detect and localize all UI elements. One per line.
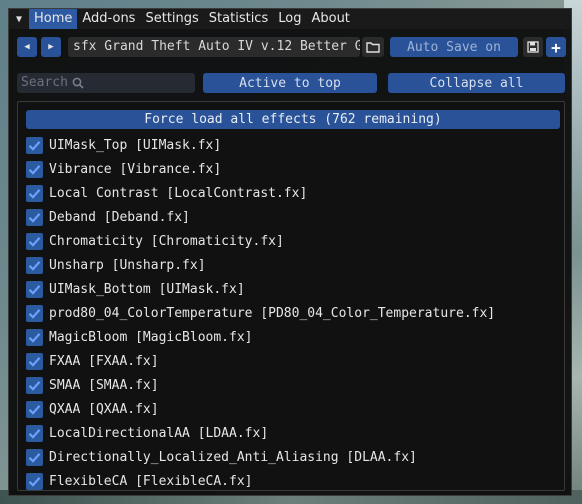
reshade-window: ▼ Home Add-ons Settings Statistics Log A… (8, 8, 572, 496)
tab-about[interactable]: About (306, 9, 354, 29)
effect-checkbox[interactable] (26, 208, 43, 226)
preset-selector[interactable]: sfx Grand Theft Auto IV v.12 Better GI (68, 37, 360, 57)
previous-preset-button[interactable]: ◀ (17, 37, 37, 57)
effect-label: QXAA [QXAA.fx] (49, 401, 159, 417)
effect-label: FlexibleCA [FlexibleCA.fx] (49, 473, 253, 489)
effect-item[interactable]: SMAA [SMAA.fx] (26, 375, 159, 395)
effect-checkbox[interactable] (26, 376, 43, 394)
tab-add-ons[interactable]: Add-ons (77, 9, 140, 29)
effect-item[interactable]: LocalDirectionalAA [LDAA.fx] (26, 423, 268, 443)
effect-checkbox[interactable] (26, 424, 43, 442)
preset-row: ◀ ▶ sfx Grand Theft Auto IV v.12 Better … (17, 37, 566, 57)
effect-checkbox[interactable] (26, 352, 43, 370)
force-load-button[interactable]: Force load all effects (762 remaining) (26, 110, 560, 129)
search-placeholder: Search (21, 75, 68, 90)
effect-item[interactable]: FlexibleCA [FlexibleCA.fx] (26, 471, 253, 491)
effect-checkbox[interactable] (26, 280, 43, 298)
effect-item[interactable]: prod80_04_ColorTemperature [PD80_04_Colo… (26, 303, 495, 323)
checkmark-icon (28, 308, 41, 319)
effect-item[interactable]: Deband [Deband.fx] (26, 207, 190, 227)
effect-item[interactable]: Unsharp [Unsharp.fx] (26, 255, 206, 275)
checkmark-icon (28, 452, 41, 463)
effect-item[interactable]: Vibrance [Vibrance.fx] (26, 159, 221, 179)
save-icon (527, 41, 539, 53)
effect-label: Deband [Deband.fx] (49, 209, 190, 225)
checkmark-icon (28, 260, 41, 271)
effect-checkbox[interactable] (26, 448, 43, 466)
effect-checkbox[interactable] (26, 472, 43, 490)
effect-item[interactable]: UIMask_Top [UIMask.fx] (26, 135, 221, 155)
magnifier-icon (72, 77, 84, 89)
folder-icon (366, 42, 380, 53)
tab-settings[interactable]: Settings (140, 9, 203, 29)
save-preset-button[interactable] (523, 37, 543, 57)
effect-label: Vibrance [Vibrance.fx] (49, 161, 222, 177)
arrow-right-icon: ▶ (48, 42, 54, 52)
tab-statistics[interactable]: Statistics (204, 9, 273, 29)
effect-label: UIMask_Bottom [UIMask.fx] (49, 281, 245, 297)
effect-checkbox[interactable] (26, 136, 43, 154)
menu-bar: ▼ Home Add-ons Settings Statistics Log A… (9, 9, 571, 29)
next-preset-button[interactable]: ▶ (41, 37, 61, 57)
effect-checkbox[interactable] (26, 160, 43, 178)
add-preset-button[interactable]: + (546, 37, 566, 57)
effect-item[interactable]: Local Contrast [LocalContrast.fx] (26, 183, 307, 203)
effect-checkbox[interactable] (26, 400, 43, 418)
effect-label: prod80_04_ColorTemperature [PD80_04_Colo… (49, 305, 496, 321)
effect-item[interactable]: FXAA [FXAA.fx] (26, 351, 159, 371)
checkmark-icon (28, 476, 41, 487)
effect-label: Directionally_Localized_Anti_Aliasing [D… (49, 449, 417, 465)
tab-log[interactable]: Log (273, 9, 306, 29)
checkmark-icon (28, 332, 41, 343)
auto-save-toggle[interactable]: Auto Save on (390, 37, 518, 57)
collapse-all-button[interactable]: Collapse all (388, 73, 565, 93)
effect-item[interactable]: Chromaticity [Chromaticity.fx] (26, 231, 284, 251)
effect-checkbox[interactable] (26, 184, 43, 202)
checkmark-icon (28, 428, 41, 439)
checkmark-icon (28, 380, 41, 391)
effect-label: FXAA [FXAA.fx] (49, 353, 159, 369)
checkmark-icon (28, 236, 41, 247)
checkmark-icon (28, 212, 41, 223)
checkmark-icon (28, 140, 41, 151)
checkmark-icon (28, 164, 41, 175)
effect-item[interactable]: UIMask_Bottom [UIMask.fx] (26, 279, 245, 299)
checkmark-icon (28, 284, 41, 295)
effect-checkbox[interactable] (26, 232, 43, 250)
open-folder-button[interactable] (362, 37, 384, 57)
collapse-window-icon[interactable]: ▼ (9, 9, 29, 29)
effect-item[interactable]: MagicBloom [MagicBloom.fx] (26, 327, 253, 347)
effect-label: MagicBloom [MagicBloom.fx] (49, 329, 253, 345)
effects-list: Force load all effects (762 remaining) U… (17, 101, 565, 491)
checkmark-icon (28, 356, 41, 367)
effect-label: Chromaticity [Chromaticity.fx] (49, 233, 284, 249)
checkmark-icon (28, 188, 41, 199)
effect-label: UIMask_Top [UIMask.fx] (49, 137, 222, 153)
effect-checkbox[interactable] (26, 304, 43, 322)
effect-item[interactable]: QXAA [QXAA.fx] (26, 399, 159, 419)
effect-checkbox[interactable] (26, 256, 43, 274)
effect-label: SMAA [SMAA.fx] (49, 377, 159, 393)
effect-item[interactable]: Directionally_Localized_Anti_Aliasing [D… (26, 447, 417, 467)
search-input[interactable]: Search (17, 73, 195, 93)
checkmark-icon (28, 404, 41, 415)
filter-row: Search Active to top Collapse all (17, 73, 565, 93)
effect-label: Unsharp [Unsharp.fx] (49, 257, 206, 273)
effect-label: Local Contrast [LocalContrast.fx] (49, 185, 308, 201)
effect-label: LocalDirectionalAA [LDAA.fx] (49, 425, 269, 441)
effect-checkbox[interactable] (26, 328, 43, 346)
arrow-left-icon: ◀ (24, 42, 30, 52)
active-to-top-button[interactable]: Active to top (203, 73, 377, 93)
tab-home[interactable]: Home (29, 9, 78, 29)
